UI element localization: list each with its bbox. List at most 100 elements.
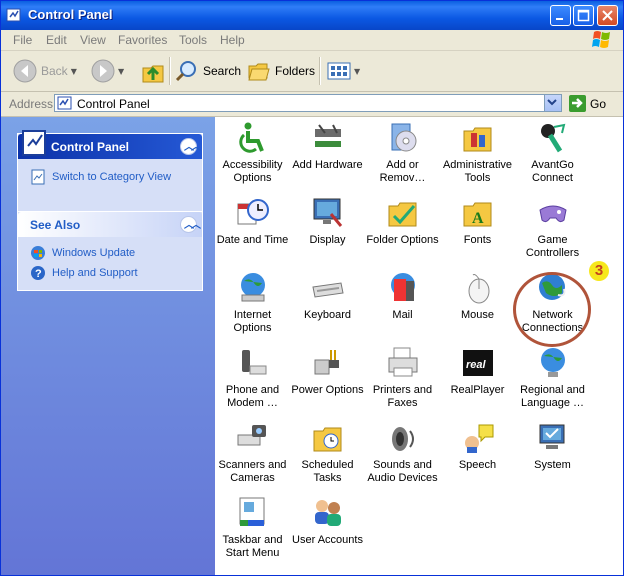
step-number-badge: 3: [589, 261, 609, 281]
item-date-and-time[interactable]: Date and Time: [215, 194, 290, 264]
item-scanners-and-cameras[interactable]: Scanners and Cameras: [215, 419, 290, 489]
item-add-hardware[interactable]: Add Hardware: [290, 119, 365, 189]
svg-text:A: A: [472, 210, 484, 227]
avantgo-icon: [540, 123, 565, 153]
item-power-options[interactable]: Power Options: [290, 344, 365, 414]
item-add-remove-programs[interactable]: Add or Remov…: [365, 119, 440, 189]
add-hardware-icon: [314, 124, 341, 147]
highlight-circle: [513, 272, 591, 347]
item-keyboard[interactable]: Keyboard: [290, 269, 365, 339]
taskbar-icon: [239, 497, 264, 526]
item-administrative-tools[interactable]: Administrative Tools: [440, 119, 515, 189]
folders-button[interactable]: Folders: [247, 56, 315, 86]
toolbar-separator: [169, 57, 171, 85]
menu-tools[interactable]: Tools: [179, 33, 207, 47]
power-options-icon: [314, 350, 339, 375]
windows-logo-icon: [592, 31, 610, 48]
add-remove-programs-icon: [391, 123, 416, 152]
up-folder-icon: [142, 65, 164, 83]
back-button[interactable]: Back ▼: [13, 56, 77, 86]
address-label: Address: [9, 97, 54, 111]
speech-icon: [464, 424, 493, 453]
toolbar: Back ▼ ▼ Search Folders ▼: [1, 51, 623, 92]
item-game-controllers[interactable]: Game Controllers: [515, 194, 590, 264]
item-user-accounts[interactable]: User Accounts: [290, 494, 365, 564]
category-view-icon: [31, 169, 45, 185]
address-input[interactable]: Control Panel: [54, 94, 562, 112]
menu-view[interactable]: View: [80, 33, 106, 47]
item-folder-options[interactable]: Folder Options: [365, 194, 440, 264]
item-internet-options[interactable]: Internet Options: [215, 269, 290, 339]
regional-language-icon: [540, 348, 565, 377]
printers-icon: [388, 347, 417, 377]
back-dropdown-icon[interactable]: ▼: [71, 67, 77, 76]
windows-update-icon: [31, 246, 45, 260]
menu-bar: File Edit View Favorites Tools Help: [1, 30, 623, 51]
help-support-link[interactable]: ? Help and Support: [18, 263, 202, 283]
go-button[interactable]: Go: [569, 95, 606, 112]
back-arrow-icon: [13, 59, 37, 83]
forward-dropdown-icon[interactable]: ▼: [118, 67, 124, 76]
menu-help[interactable]: Help: [220, 33, 245, 47]
item-speech[interactable]: Speech: [440, 419, 515, 489]
realplayer-icon: real: [462, 350, 493, 376]
switch-category-view-link[interactable]: Switch to Category View: [18, 167, 202, 187]
toolbar-separator: [319, 57, 321, 85]
task-pane: Control Panel ︿︿ Switch to Category View…: [1, 117, 215, 575]
sounds-icon: [391, 427, 414, 451]
views-button[interactable]: ▼: [327, 56, 360, 86]
address-bar: Address Control Panel Go: [1, 92, 623, 117]
title-bar[interactable]: Control Panel: [1, 1, 623, 30]
administrative-tools-icon: [463, 127, 491, 152]
windows-update-link[interactable]: Windows Update: [18, 243, 202, 263]
mail-icon: [390, 273, 415, 301]
date-time-icon: [237, 199, 269, 225]
accessibility-icon: [238, 122, 264, 153]
item-display[interactable]: Display: [290, 194, 365, 264]
item-accessibility-options[interactable]: Accessibility Options: [215, 119, 290, 189]
folders-icon: [248, 63, 270, 81]
menu-file[interactable]: File: [13, 33, 32, 47]
go-arrow-icon: [569, 95, 586, 112]
collapse-chevron-icon[interactable]: ︿︿: [180, 216, 201, 233]
item-sounds-and-audio[interactable]: Sounds and Audio Devices: [365, 419, 440, 489]
search-button[interactable]: Search: [175, 56, 241, 86]
views-icon: [327, 62, 351, 80]
item-realplayer[interactable]: real RealPlayer: [440, 344, 515, 414]
svg-text:?: ?: [35, 268, 42, 280]
menu-edit[interactable]: Edit: [46, 33, 67, 47]
see-also-header[interactable]: See Also ︿︿: [18, 212, 202, 237]
display-icon: [313, 198, 342, 227]
item-fonts[interactable]: A Fonts: [440, 194, 515, 264]
control-panel-window: Control Panel File Edit View Favorites T…: [0, 0, 624, 576]
menu-favorites[interactable]: Favorites: [118, 33, 167, 47]
item-printers-and-faxes[interactable]: Printers and Faxes: [365, 344, 440, 414]
address-dropdown-button[interactable]: [544, 95, 561, 111]
fonts-icon: A: [463, 202, 491, 227]
item-regional-and-language[interactable]: Regional and Language …: [515, 344, 590, 414]
collapse-chevron-icon[interactable]: ︿︿: [180, 138, 201, 155]
minimize-button[interactable]: [550, 5, 571, 26]
internet-options-icon: [240, 273, 265, 302]
close-icon: [602, 10, 613, 21]
chevron-down-icon: [547, 99, 557, 106]
control-panel-items: Accessibility Options Add Hardware Add o…: [215, 117, 623, 575]
control-panel-large-icon: [22, 130, 46, 156]
system-icon: [539, 424, 564, 449]
forward-arrow-icon: [91, 59, 115, 83]
item-system[interactable]: System: [515, 419, 590, 489]
item-avantgo-connect[interactable]: AvantGo Connect: [515, 119, 590, 189]
close-button[interactable]: [597, 5, 618, 26]
views-dropdown-icon[interactable]: ▼: [354, 67, 360, 76]
forward-button[interactable]: ▼: [91, 56, 124, 86]
item-phone-and-modem[interactable]: Phone and Modem …: [215, 344, 290, 414]
item-mail[interactable]: Mail: [365, 269, 440, 339]
item-scheduled-tasks[interactable]: Scheduled Tasks: [290, 419, 365, 489]
maximize-button[interactable]: [573, 5, 594, 26]
control-panel-task-header[interactable]: Control Panel ︿︿: [18, 130, 202, 159]
up-folder-button[interactable]: [141, 56, 165, 86]
svg-text:real: real: [466, 359, 487, 371]
item-taskbar-and-start-menu[interactable]: Taskbar and Start Menu: [215, 494, 290, 564]
maximize-icon: [577, 9, 590, 22]
item-mouse[interactable]: Mouse: [440, 269, 515, 339]
